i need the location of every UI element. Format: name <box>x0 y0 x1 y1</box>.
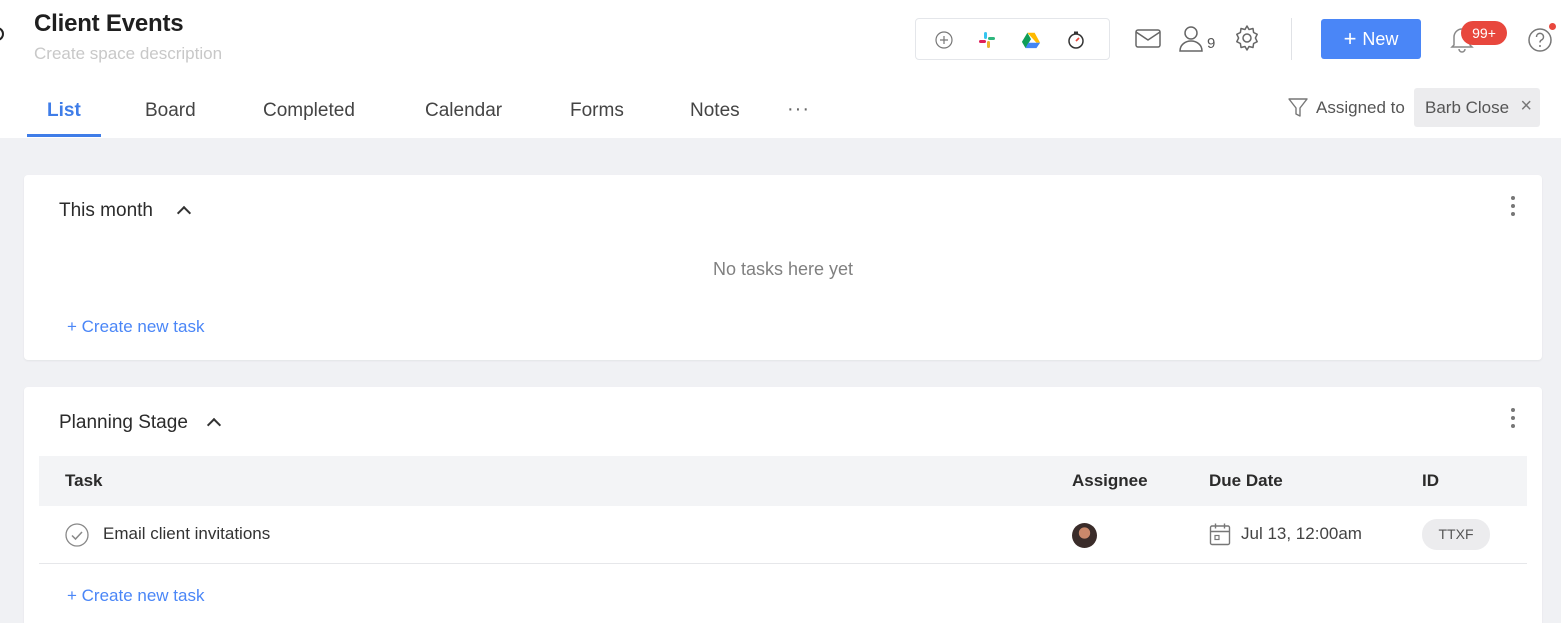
table-row[interactable]: Email client invitations Jul 13, 12:00am… <box>39 506 1527 564</box>
filter-label: Assigned to <box>1316 98 1405 117</box>
tab-list[interactable]: List <box>47 100 81 122</box>
tab-notes[interactable]: Notes <box>690 100 740 122</box>
notification-badge: 99+ <box>1461 21 1507 45</box>
collapse-caret-icon[interactable] <box>206 417 222 433</box>
filter-icon[interactable] <box>1288 97 1308 119</box>
active-tab-indicator <box>27 134 101 137</box>
more-tabs-icon[interactable]: ··· <box>787 98 810 121</box>
view-tabs: List Board Completed Calendar Forms Note… <box>0 80 1561 138</box>
page-title: Client Events <box>34 10 184 37</box>
create-task-link[interactable]: + Create new task <box>67 586 205 606</box>
tab-completed[interactable]: Completed <box>263 100 355 122</box>
task-name[interactable]: Email client invitations <box>103 524 270 544</box>
tab-calendar[interactable]: Calendar <box>425 100 502 122</box>
people-count: 9 <box>1207 35 1216 52</box>
gear-icon[interactable] <box>1233 24 1263 54</box>
tab-forms[interactable]: Forms <box>570 100 624 122</box>
divider <box>1291 18 1292 60</box>
column-task[interactable]: Task <box>65 471 103 491</box>
section-title: Planning Stage <box>59 412 188 433</box>
column-id[interactable]: ID <box>1422 471 1439 491</box>
calendar-icon <box>1209 522 1231 546</box>
task-id-badge: TTXF <box>1422 519 1490 550</box>
space-description-field[interactable]: Create space description <box>34 44 222 64</box>
section-menu-icon[interactable] <box>1511 196 1515 216</box>
table-header: Task Assignee Due Date ID <box>39 456 1527 506</box>
time-tracker-icon[interactable] <box>1066 30 1086 50</box>
create-task-link[interactable]: + Create new task <box>67 317 205 337</box>
tab-board[interactable]: Board <box>145 100 196 122</box>
plus-icon: + <box>1343 26 1357 51</box>
column-due-date[interactable]: Due Date <box>1209 471 1283 491</box>
complete-check-icon[interactable] <box>65 523 89 547</box>
section-this-month: This month No tasks here yet + Create ne… <box>24 175 1542 360</box>
avatar[interactable] <box>1072 523 1097 548</box>
help-alert-dot <box>1549 23 1556 30</box>
assignee-filter-chip[interactable]: Barb Close × <box>1414 88 1540 127</box>
column-assignee[interactable]: Assignee <box>1072 471 1148 491</box>
add-integration-icon[interactable] <box>934 30 954 50</box>
people-icon[interactable] <box>1178 24 1208 54</box>
section-menu-icon[interactable] <box>1511 408 1515 428</box>
clear-filter-icon[interactable]: × <box>1520 96 1532 116</box>
section-planning-stage: Planning Stage Task Assignee Due Date ID… <box>24 387 1542 623</box>
slack-icon[interactable] <box>977 30 997 50</box>
mail-icon[interactable] <box>1133 24 1163 54</box>
new-button[interactable]: + New <box>1321 19 1421 59</box>
header: Client Events Create space description 9… <box>0 0 1561 80</box>
new-button-label: New <box>1362 28 1399 49</box>
section-title: This month <box>59 200 153 221</box>
integrations-bar <box>915 18 1110 60</box>
google-drive-icon[interactable] <box>1021 30 1041 50</box>
back-icon[interactable] <box>0 27 4 41</box>
collapse-caret-icon[interactable] <box>176 205 192 221</box>
filter-value: Barb Close <box>1425 97 1510 117</box>
due-date[interactable]: Jul 13, 12:00am <box>1241 524 1362 544</box>
empty-message: No tasks here yet <box>712 259 854 279</box>
